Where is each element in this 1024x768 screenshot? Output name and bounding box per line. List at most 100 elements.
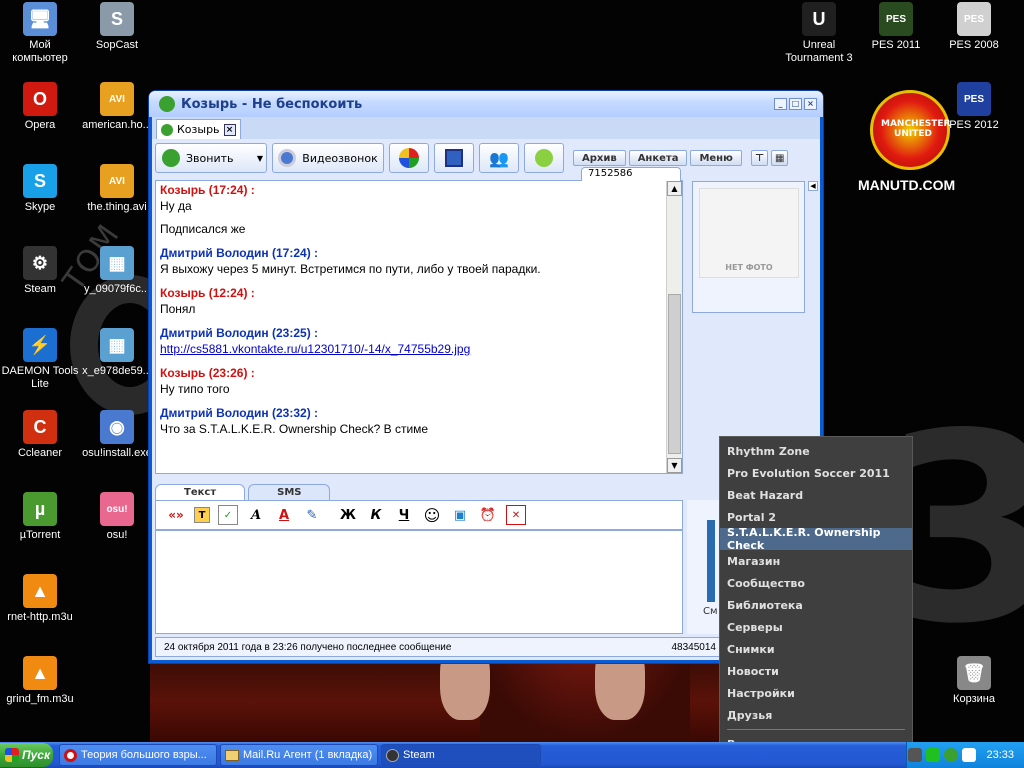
tab-text[interactable]: Текст xyxy=(155,484,246,500)
start-label: Пуск xyxy=(22,748,51,762)
desktop-icon[interactable]: µ µTorrent xyxy=(0,492,80,542)
desktop-icon-label: PES 2011 xyxy=(871,39,921,51)
desktop-icon[interactable]: O Opera xyxy=(0,82,80,132)
desktop-icon-image: U xyxy=(802,2,836,36)
steam-menu-item[interactable]: Снимки xyxy=(720,638,912,660)
message-text: Ну типо того xyxy=(160,382,230,396)
contacts-button[interactable]: 👥 xyxy=(479,143,519,173)
contact-id: 7152586 xyxy=(581,167,681,181)
steam-menu-item[interactable]: Сообщество xyxy=(720,572,912,594)
message-link[interactable]: http://cs5881.vkontakte.ru/u12301710/-14… xyxy=(160,342,470,356)
desktop-icon[interactable]: PES PES 2011 xyxy=(856,2,936,52)
desktop-icon-image: ⚙ xyxy=(23,246,57,280)
steam-menu-item[interactable]: Библиотека xyxy=(720,594,912,616)
scroll-down-icon[interactable]: ▼ xyxy=(667,458,682,473)
spellcheck-icon[interactable]: ✓ xyxy=(218,505,238,525)
desktop-icon[interactable]: S SopCast xyxy=(77,2,157,52)
italic-icon[interactable]: К xyxy=(366,505,386,525)
maximize-button[interactable]: □ xyxy=(789,98,802,110)
tab-kozyr[interactable]: Козырь × xyxy=(156,119,241,139)
desktop-icon[interactable]: ⚙ Steam xyxy=(0,246,80,296)
bold-icon[interactable]: Ж xyxy=(338,505,358,525)
desktop-icon[interactable]: 🗑 Корзина xyxy=(934,656,1014,706)
steam-menu-item[interactable]: Магазин xyxy=(720,550,912,572)
desktop-icon[interactable]: 🖥 Мой компьютер xyxy=(0,2,80,65)
tab-sms[interactable]: SMS xyxy=(248,484,331,500)
steam-menu-item[interactable]: S.T.A.L.K.E.R. Ownership Check xyxy=(720,526,912,552)
quote-icon[interactable]: «» xyxy=(166,505,186,525)
steam-menu-item[interactable]: Настройки xyxy=(720,682,912,704)
pin-icon[interactable]: ⊤ xyxy=(750,150,768,166)
scroll-thumb[interactable] xyxy=(668,294,681,454)
side-link[interactable]: См xyxy=(703,606,718,617)
desktop-icon[interactable]: ◉ osu!install.exe xyxy=(77,410,157,460)
chat-titlebar[interactable]: Козырь - Не беспокоить _ □ × xyxy=(149,91,823,117)
task-steam[interactable]: Steam xyxy=(381,744,541,766)
steam-menu-item[interactable]: Beat Hazard xyxy=(720,484,912,506)
desktop-icon[interactable]: ▲ rnet-http.m3u xyxy=(0,574,80,624)
video-call-button[interactable]: Видеозвонок xyxy=(272,143,384,173)
message-input[interactable] xyxy=(155,530,683,634)
steam-menu-item[interactable]: Друзья xyxy=(720,704,912,726)
desktop-icon-image: S xyxy=(100,2,134,36)
steam-menu-item[interactable]: Серверы xyxy=(720,616,912,638)
desktop-icon[interactable]: AVI american.ho... xyxy=(77,82,157,132)
tv-icon[interactable]: ▣ xyxy=(450,505,470,525)
close-button[interactable]: × xyxy=(804,98,817,110)
status-number: 48345014 xyxy=(671,641,717,653)
text-color-icon[interactable]: A xyxy=(274,505,294,525)
call-button[interactable]: Звонить ▼ xyxy=(155,143,267,173)
layout-icon[interactable]: ▦ xyxy=(770,150,789,166)
underline-icon[interactable]: Ч xyxy=(394,505,414,525)
steam-tray-icon[interactable] xyxy=(908,748,923,762)
chat-history[interactable]: 7152586 Козырь (17:24) : Ну да Подписался … xyxy=(155,167,683,474)
steam-menu-item[interactable]: Rhythm Zone xyxy=(720,440,912,462)
collapse-panel-icon[interactable]: ◀ xyxy=(808,181,818,191)
steam-menu-item[interactable]: Новости xyxy=(720,660,912,682)
network-tray-icon[interactable] xyxy=(962,748,977,762)
desktop-icon[interactable]: S Skype xyxy=(0,164,80,214)
clear-icon[interactable]: ✕ xyxy=(506,505,526,525)
desktop-icon-label: Opera xyxy=(24,119,56,131)
desktop-icon[interactable]: C Ccleaner xyxy=(0,410,80,460)
chat-bubble-icon xyxy=(535,149,553,167)
close-tab-icon[interactable]: × xyxy=(223,123,236,136)
smiley-icon[interactable]: ☺ xyxy=(422,505,442,525)
profile-button[interactable]: Анкета xyxy=(628,150,688,166)
chevron-down-icon[interactable]: ▼ xyxy=(257,154,263,163)
start-button[interactable]: Пуск xyxy=(0,743,53,767)
save-history-button[interactable] xyxy=(434,143,474,173)
translit-icon[interactable]: T xyxy=(194,507,210,523)
alarm-icon[interactable]: ⏰ xyxy=(478,505,498,525)
status-button[interactable] xyxy=(524,143,564,173)
desktop-icon[interactable]: osu! osu! xyxy=(77,492,157,542)
steam-menu-item[interactable]: Portal 2 xyxy=(720,506,912,528)
globe-button[interactable] xyxy=(389,143,429,173)
message-text: http://cs5881.vkontakte.ru/u12301710/-14… xyxy=(160,342,668,357)
desktop-icon[interactable]: ▦ x_e978de59... xyxy=(77,328,157,378)
agent-tray-icon[interactable] xyxy=(944,748,959,762)
minimize-button[interactable]: _ xyxy=(774,98,787,110)
desktop-icon-image: PES xyxy=(879,2,913,36)
desktop-icon[interactable]: ⚡ DAEMON Tools Lite xyxy=(0,328,80,391)
desktop-icon-label: PES 2012 xyxy=(949,119,999,131)
task-mailru-agent[interactable]: Mail.Ru Агент (1 вкладка) xyxy=(220,744,378,766)
check-tray-icon[interactable] xyxy=(926,748,941,762)
chat-scrollbar[interactable]: ▲ ▼ xyxy=(666,181,682,473)
scroll-up-icon[interactable]: ▲ xyxy=(667,181,682,196)
highlight-icon[interactable]: ✎ xyxy=(302,505,322,525)
desktop-icon[interactable]: AVI the.thing.avi xyxy=(77,164,157,214)
desktop-icon[interactable]: ▦ y_09079f6c... xyxy=(77,246,157,296)
archive-button[interactable]: Архив xyxy=(573,150,626,166)
users-icon: 👥 xyxy=(489,148,509,168)
menu-button[interactable]: Меню xyxy=(690,150,742,166)
steam-menu-item[interactable]: Pro Evolution Soccer 2011 xyxy=(720,462,912,484)
task-opera[interactable]: Теория большого взры... xyxy=(59,744,217,766)
font-icon[interactable]: A xyxy=(246,505,266,525)
desktop-icon[interactable]: PES PES 2012 xyxy=(934,82,1014,132)
message-text: Подписался же xyxy=(160,222,246,236)
desktop-icon[interactable]: PES PES 2008 xyxy=(934,2,1014,52)
taskbar: Пуск Теория большого взры... Mail.Ru Аге… xyxy=(0,742,1024,768)
desktop-icon[interactable]: U Unreal Tournament 3 xyxy=(779,2,859,65)
desktop-icon[interactable]: ▲ grind_fm.m3u xyxy=(0,656,80,706)
